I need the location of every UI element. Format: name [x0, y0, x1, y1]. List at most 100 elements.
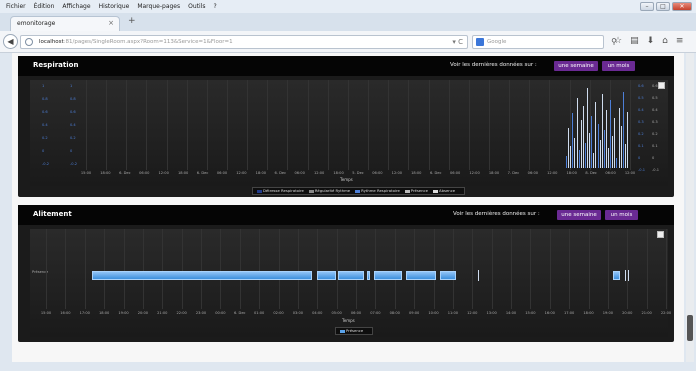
legend-item[interactable]: Détresse Respiratoire	[257, 188, 304, 193]
close-window-button[interactable]: ✕	[672, 2, 692, 11]
chart-menu-icon[interactable]	[657, 231, 664, 238]
menu-affichage[interactable]: Affichage	[62, 3, 90, 10]
alitement-month-button[interactable]: un mois	[605, 210, 638, 220]
gridline	[488, 80, 490, 170]
tab-emonitorage[interactable]: emonitorage ×	[10, 16, 120, 31]
series-mark	[622, 92, 624, 168]
x-tick-label: 12:00	[469, 171, 480, 175]
legend-label: Présence	[346, 328, 364, 333]
series-mark	[589, 133, 591, 168]
legend-item[interactable]: Présence	[404, 188, 428, 193]
legend-label: Régularité Rythme	[314, 188, 351, 193]
x-tick-label: 13:00	[486, 311, 497, 315]
y-tick-right-2: 0	[652, 156, 655, 160]
alitement-panel: Alitement Voir les dernières données sur…	[18, 205, 674, 342]
new-tab-icon[interactable]: +	[128, 16, 136, 26]
x-tick-label: 06:00	[350, 311, 362, 315]
x-tick-label: 17:00	[79, 311, 90, 315]
tab-strip: emonitorage × +	[0, 13, 696, 31]
close-tab-icon[interactable]: ×	[108, 17, 114, 30]
x-tick-label: 16:00	[544, 311, 555, 315]
bookmark-star-icon[interactable]: ☆	[614, 36, 622, 46]
respiration-title: Respiration	[33, 61, 79, 69]
presence-mark	[625, 270, 626, 281]
y-tick-right-2: 0.4	[652, 108, 658, 112]
legend-item[interactable]: Rythme Respiratoire	[355, 188, 400, 193]
gridline	[162, 229, 164, 309]
gridline	[142, 229, 144, 309]
x-tick-label: 6. Dec	[233, 311, 246, 315]
x-tick-label: 6. Dec	[274, 171, 287, 175]
chart-menu-icon[interactable]	[658, 82, 665, 89]
menu-edition[interactable]: Édition	[34, 3, 55, 10]
y-tick-right: -0.1	[638, 168, 646, 172]
gridline	[530, 229, 532, 309]
legend-item[interactable]: Présence	[340, 328, 363, 333]
gridline	[549, 229, 551, 309]
menu-fichier[interactable]: Fichier	[6, 3, 26, 10]
x-tick-label: 19:00	[602, 311, 614, 315]
x-tick-label: 20:00	[622, 311, 633, 315]
reading-list-icon[interactable]: ▤	[630, 36, 639, 46]
search-bar[interactable]: Google ⚲	[472, 35, 617, 49]
scrollbar-thumb[interactable]	[687, 315, 693, 341]
series-mark	[610, 100, 612, 168]
gridline	[104, 229, 106, 309]
google-icon	[476, 38, 484, 46]
x-tick-label: 16:00	[60, 311, 71, 315]
gridline	[666, 229, 667, 309]
gridline	[206, 80, 208, 170]
x-tick-label: 12:00	[236, 171, 247, 175]
series-mark	[618, 108, 620, 168]
respiration-month-button[interactable]: un mois	[602, 61, 635, 71]
home-icon[interactable]: ⌂	[662, 36, 668, 46]
gridline	[46, 229, 47, 309]
maximize-button[interactable]: □	[656, 2, 670, 11]
series-mark	[612, 136, 614, 168]
y-tick-left: 0.4	[42, 123, 48, 127]
presence-bar	[440, 271, 456, 280]
x-tick-label: 03:00	[292, 311, 304, 315]
presence-bar	[613, 271, 620, 280]
download-icon[interactable]: ⬇	[647, 36, 655, 46]
reload-icon[interactable]: ▾ C	[452, 36, 463, 48]
alitement-x-title: Temps	[342, 318, 355, 323]
x-tick-label: 07:00	[370, 311, 381, 315]
x-tick-label: 12:00	[547, 171, 558, 175]
menu-marque-pages[interactable]: Marque-pages	[137, 3, 180, 10]
gridline	[84, 229, 86, 309]
alitement-week-button[interactable]: une semaine	[557, 210, 601, 220]
x-tick-label: 06:00	[372, 171, 383, 175]
series-mark	[576, 98, 578, 168]
legend-swatch	[432, 189, 438, 193]
minimize-button[interactable]: –	[640, 2, 654, 11]
x-tick-label: 12:00	[391, 171, 403, 175]
menu-outils[interactable]: Outils	[188, 3, 205, 10]
respiration-week-button[interactable]: une semaine	[554, 61, 598, 71]
gridline	[569, 229, 571, 309]
x-tick-label: 21:00	[157, 311, 168, 315]
x-tick-label: 12:00	[467, 311, 478, 315]
menu-icon[interactable]: ≡	[676, 36, 684, 46]
back-arrow-icon[interactable]: ◀	[3, 34, 18, 49]
gridline	[86, 80, 87, 170]
series-mark	[574, 138, 576, 168]
legend-item[interactable]: Absence	[432, 188, 455, 193]
x-tick-label: 12:00	[624, 171, 636, 175]
series-mark	[614, 118, 616, 168]
legend-item[interactable]: Régularité Rythme	[308, 188, 351, 193]
menu-historique[interactable]: Historique	[99, 3, 130, 10]
gridline	[388, 80, 390, 170]
gridline	[166, 80, 168, 170]
menu-help[interactable]: ?	[213, 3, 216, 10]
y-tick-right: 0.3	[638, 120, 644, 124]
y-tick-left: 0.8	[42, 97, 48, 101]
y-tick-left-2: 0.6	[70, 110, 76, 114]
presence-bar	[317, 271, 336, 280]
url-bar[interactable]: localhost:81/pages/SingleRoom.aspx?Room=…	[20, 35, 468, 49]
y-tick-left-2: 1	[70, 84, 73, 88]
x-tick-label: 15:00	[525, 311, 536, 315]
x-tick-label: 06:00	[139, 171, 150, 175]
gridline	[630, 80, 631, 170]
series-mark	[570, 146, 572, 168]
